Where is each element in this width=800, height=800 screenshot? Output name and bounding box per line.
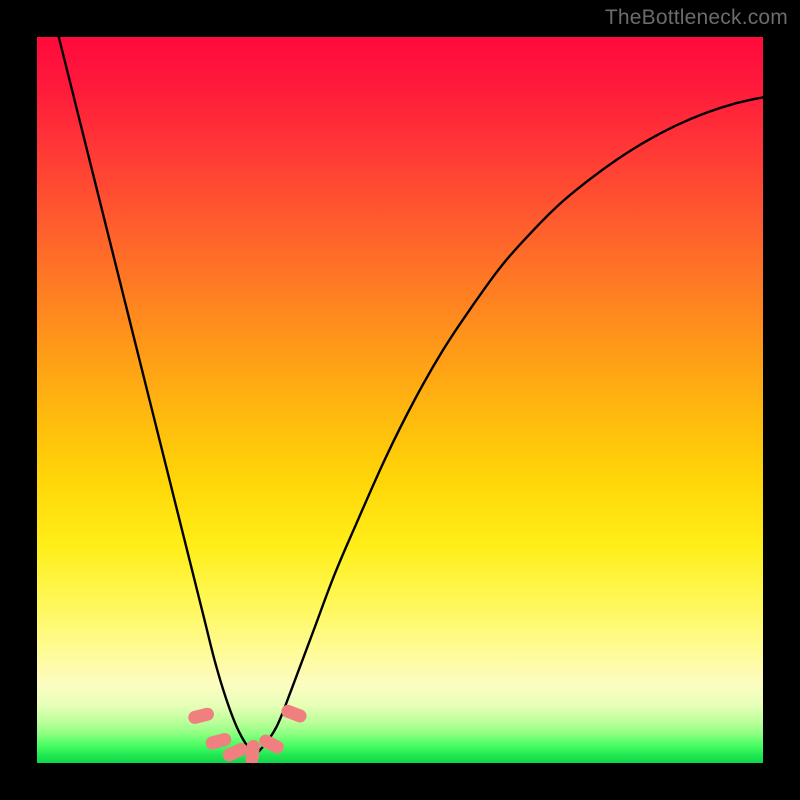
curve-marker: [280, 703, 309, 724]
chart-frame: TheBottleneck.com: [0, 0, 800, 800]
curve-layer: [37, 37, 763, 763]
curve-marker: [187, 706, 215, 725]
watermark-text: TheBottleneck.com: [605, 6, 788, 30]
curve-marker: [245, 739, 261, 763]
bottleneck-curve: [59, 37, 763, 753]
plot-area: [37, 37, 763, 763]
curve-markers: [187, 703, 309, 763]
